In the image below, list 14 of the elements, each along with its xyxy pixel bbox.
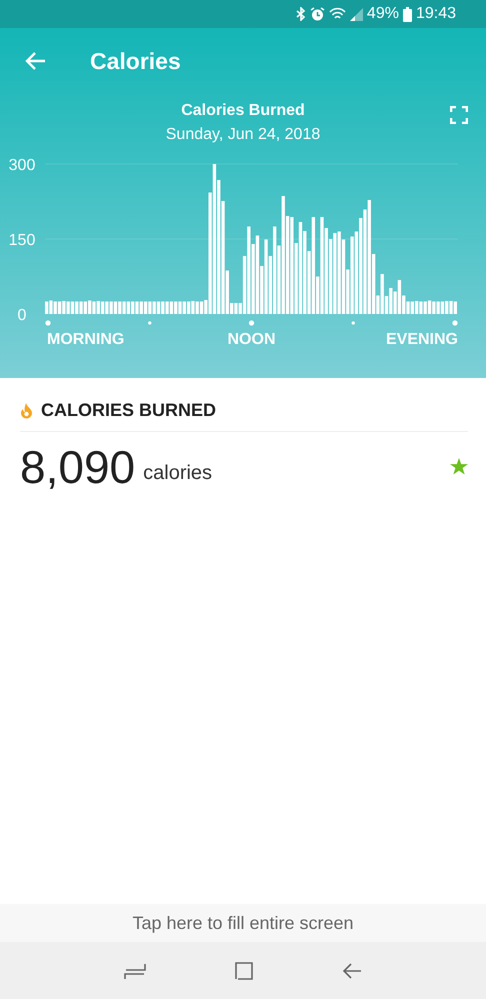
unit-label: calories: [143, 462, 212, 484]
axis-label: 150: [8, 232, 36, 249]
axis-label: NOON: [228, 331, 276, 348]
axis-label: MORNING: [47, 331, 124, 348]
section-heading: CALORIES BURNED: [41, 400, 216, 421]
chart-title: Calories Burned: [181, 102, 305, 120]
page-title: Calories: [90, 48, 181, 74]
axis-label: 0: [18, 307, 26, 324]
axis-label: 300: [8, 157, 36, 174]
battery-percent: 49%: [366, 5, 399, 23]
chart-date: Sunday, Jun 24, 2018: [166, 126, 320, 144]
clock-time: 19:43: [416, 5, 456, 23]
calorie-total: 8,090: [20, 440, 136, 494]
axis-label: EVENING: [386, 331, 458, 348]
